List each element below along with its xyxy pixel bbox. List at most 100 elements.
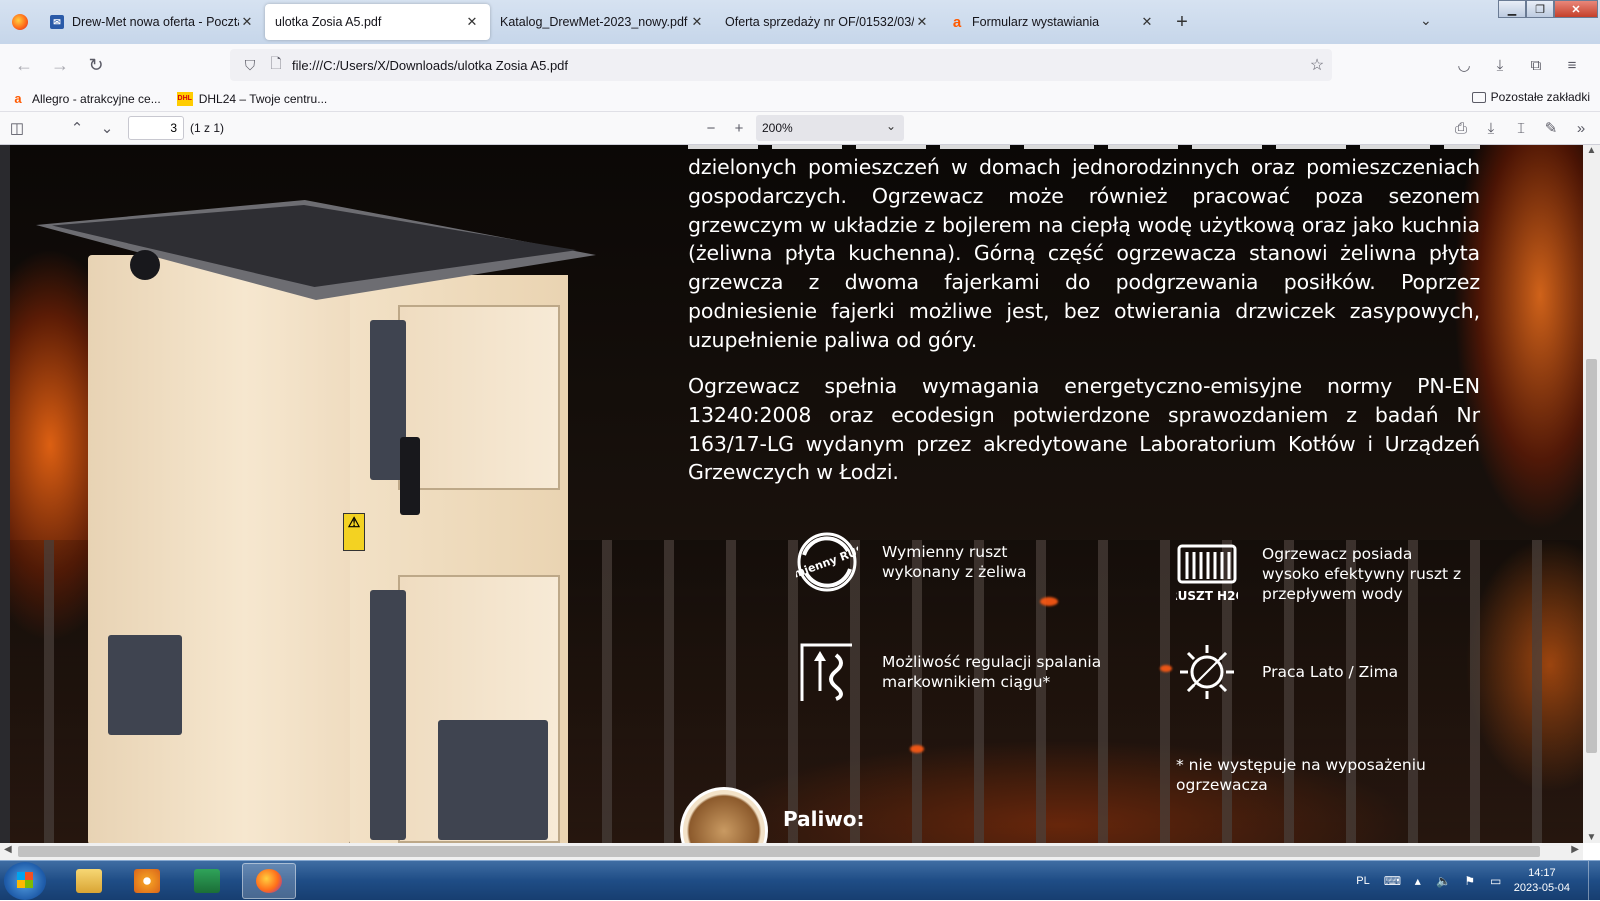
tab-title: Oferta sprzedaży nr OF/01532/03/2023 bbox=[725, 15, 914, 29]
door-handle bbox=[400, 437, 420, 515]
excel-taskbar-button[interactable] bbox=[180, 863, 234, 899]
feature-text: Praca Lato / Zima bbox=[1262, 663, 1399, 681]
taskbar: PL ⌨ ▴ 🔈 ⚑ ▭ 14:17 2023-05-04 bbox=[0, 860, 1600, 901]
zoom-select[interactable]: 200% ⌄ bbox=[756, 115, 904, 141]
allegro-icon: a bbox=[14, 91, 22, 106]
text-tool-icon[interactable]: 𝙸 bbox=[1506, 114, 1536, 142]
new-tab-button[interactable]: + bbox=[1165, 4, 1199, 40]
downloads-icon[interactable]: ⤓ bbox=[1482, 49, 1518, 81]
excel-icon bbox=[194, 869, 220, 893]
draw-tool-icon[interactable]: ✎ bbox=[1536, 114, 1566, 142]
vertical-scrollbar[interactable]: ▲ ▼ bbox=[1583, 145, 1600, 843]
close-tab-icon[interactable]: ✕ bbox=[239, 14, 255, 30]
clock-time: 14:17 bbox=[1528, 867, 1556, 879]
sidebar-toggle-icon[interactable]: ◫ bbox=[2, 114, 32, 142]
feature-summer-winter: Praca Lato / Zima bbox=[1176, 641, 1462, 703]
scroll-down-icon[interactable]: ▼ bbox=[1583, 832, 1600, 843]
minimize-icon[interactable]: ▁ bbox=[1498, 0, 1526, 18]
url-text[interactable]: file:///C:/Users/X/Downloads/ulotka Zosi… bbox=[292, 58, 1302, 73]
tab-title: Drew-Met nowa oferta - Poczta bbox=[72, 15, 239, 29]
bookmark-label: Allegro - atrakcyjne ce... bbox=[32, 91, 161, 106]
firefox-taskbar-button[interactable] bbox=[242, 863, 296, 899]
pdf-viewer[interactable]: ⚠ dzielonych pomieszczeń w domach jednor… bbox=[0, 145, 1600, 843]
bookmark-label: DHL24 – Twoje centru... bbox=[198, 91, 328, 106]
dhl-icon: DHL bbox=[176, 91, 193, 106]
media-player-taskbar-button[interactable] bbox=[120, 863, 174, 899]
pocket-icon[interactable]: ◡ bbox=[1446, 49, 1482, 81]
forward-icon[interactable]: → bbox=[42, 49, 78, 81]
close-tab-icon[interactable]: ✕ bbox=[464, 14, 480, 30]
tab-mail[interactable]: ✉ Drew-Met nowa oferta - Poczta ✕ bbox=[40, 4, 265, 40]
scroll-thumb[interactable] bbox=[1586, 359, 1597, 753]
close-tab-icon[interactable]: ✕ bbox=[914, 14, 930, 30]
more-tools-icon[interactable]: » bbox=[1566, 114, 1596, 142]
scroll-right-icon[interactable]: ▶ bbox=[1571, 844, 1579, 855]
tray-arrow-icon[interactable]: ▴ bbox=[1410, 874, 1426, 888]
start-button[interactable] bbox=[4, 862, 46, 900]
tab-formularz[interactable]: a Formularz wystawiania ✕ bbox=[940, 4, 1165, 40]
scroll-left-icon[interactable]: ◀ bbox=[4, 844, 12, 855]
tab-title: Katalog_DrewMet-2023_nowy.pdf bbox=[500, 15, 688, 29]
feature-draft-regulator: Możliwość regulacji spalania markownikie… bbox=[796, 641, 1132, 703]
other-bookmarks-label: Pozostałe zakładki bbox=[1490, 90, 1590, 104]
show-desktop-button[interactable] bbox=[1588, 861, 1600, 901]
page-count: (1 z 1) bbox=[190, 121, 225, 135]
horizontal-scrollbar[interactable]: ◀ ▶ bbox=[0, 843, 1583, 860]
bookmark-star-icon[interactable]: ☆ bbox=[1302, 55, 1332, 75]
zoom-in-icon[interactable]: + bbox=[724, 114, 754, 142]
previous-page-icon[interactable]: ⌃ bbox=[62, 114, 92, 142]
tab-ulotka-pdf[interactable]: ulotka Zosia A5.pdf ✕ bbox=[265, 4, 490, 40]
ember bbox=[1040, 597, 1058, 606]
close-tab-icon[interactable]: ✕ bbox=[689, 14, 705, 30]
firefox-icon bbox=[256, 869, 282, 893]
other-bookmarks[interactable]: Pozostałe zakładki bbox=[1471, 90, 1590, 104]
feature-replaceable-grate: Wymienny RUSZT Wymienny ruszt wykonany z… bbox=[796, 531, 1062, 593]
pdf-toolbar: ◫ ⌃ ⌄ (1 z 1) − + 200% ⌄ ⎙ ⤓ 𝙸 ✎ » bbox=[0, 112, 1600, 145]
draft-knob bbox=[130, 250, 160, 280]
water-grate-icon: RUSZT H2O bbox=[1176, 543, 1238, 605]
media-player-icon bbox=[134, 869, 160, 893]
footnote: * nie występuje na wyposażeniu ogrzewacz… bbox=[1176, 756, 1426, 794]
scroll-up-icon[interactable]: ▲ bbox=[1583, 145, 1600, 156]
shield-icon[interactable]: ⛉ bbox=[240, 57, 260, 74]
feature-water-grate: RUSZT H2O Ogrzewacz posiada wysoko efekt… bbox=[1176, 543, 1472, 605]
page-number-input[interactable] bbox=[128, 116, 184, 140]
extensions-icon[interactable]: ⧉ bbox=[1518, 49, 1554, 81]
warning-sticker: ⚠ bbox=[343, 513, 365, 551]
action-center-flag-icon[interactable]: ⚑ bbox=[1462, 874, 1478, 888]
tab-katalog-pdf[interactable]: Katalog_DrewMet-2023_nowy.pdf ✕ bbox=[490, 4, 715, 40]
next-page-icon[interactable]: ⌄ bbox=[92, 114, 122, 142]
pdf-page: ⚠ dzielonych pomieszczeń w domach jednor… bbox=[10, 145, 1583, 843]
url-bar[interactable]: ⛉ 🗋 file:///C:/Users/X/Downloads/ulotka … bbox=[230, 49, 1332, 81]
window-close-icon[interactable]: ✕ bbox=[1554, 0, 1598, 18]
close-tab-icon[interactable]: ✕ bbox=[1139, 14, 1155, 30]
zoom-out-icon[interactable]: − bbox=[696, 114, 726, 142]
save-icon[interactable]: ⤓ bbox=[1476, 114, 1506, 142]
allegro-icon: a bbox=[952, 13, 962, 31]
list-all-tabs-icon[interactable]: ⌄ bbox=[1420, 12, 1432, 29]
folder-icon bbox=[1471, 91, 1486, 103]
ember bbox=[910, 745, 924, 753]
explorer-taskbar-button[interactable] bbox=[62, 863, 116, 899]
file-icon: 🗋 bbox=[270, 55, 282, 71]
reload-icon[interactable]: ↻ bbox=[78, 49, 114, 81]
chevron-down-icon: ⌄ bbox=[885, 119, 896, 133]
back-icon[interactable]: ← bbox=[6, 49, 42, 81]
bookmark-dhl24[interactable]: DHL DHL24 – Twoje centru... bbox=[176, 91, 328, 106]
tab-oferta[interactable]: Oferta sprzedaży nr OF/01532/03/2023 ✕ bbox=[715, 4, 940, 40]
volume-icon[interactable]: 🔈 bbox=[1436, 874, 1452, 888]
keyboard-icon[interactable]: ⌨ bbox=[1384, 874, 1401, 888]
language-indicator[interactable]: PL bbox=[1356, 875, 1369, 887]
stove-front bbox=[88, 255, 350, 843]
network-icon[interactable]: ▭ bbox=[1488, 874, 1504, 888]
scroll-thumb[interactable] bbox=[18, 846, 1540, 857]
bookmark-allegro[interactable]: a Allegro - atrakcyjne ce... bbox=[10, 91, 161, 106]
firefox-menu-icon[interactable] bbox=[0, 0, 40, 44]
hamburger-menu-icon[interactable]: ≡ bbox=[1554, 49, 1590, 81]
maximize-icon[interactable]: ❐ bbox=[1526, 0, 1554, 18]
clock[interactable]: 14:17 2023-05-04 bbox=[1514, 866, 1570, 896]
print-icon[interactable]: ⎙ bbox=[1446, 114, 1476, 142]
feature-text: Możliwość regulacji spalania markownikie… bbox=[882, 653, 1102, 691]
fuel-heading: Paliwo: bbox=[783, 807, 865, 831]
tab-strip: ✉ Drew-Met nowa oferta - Poczta ✕ ulotka… bbox=[0, 0, 1600, 44]
